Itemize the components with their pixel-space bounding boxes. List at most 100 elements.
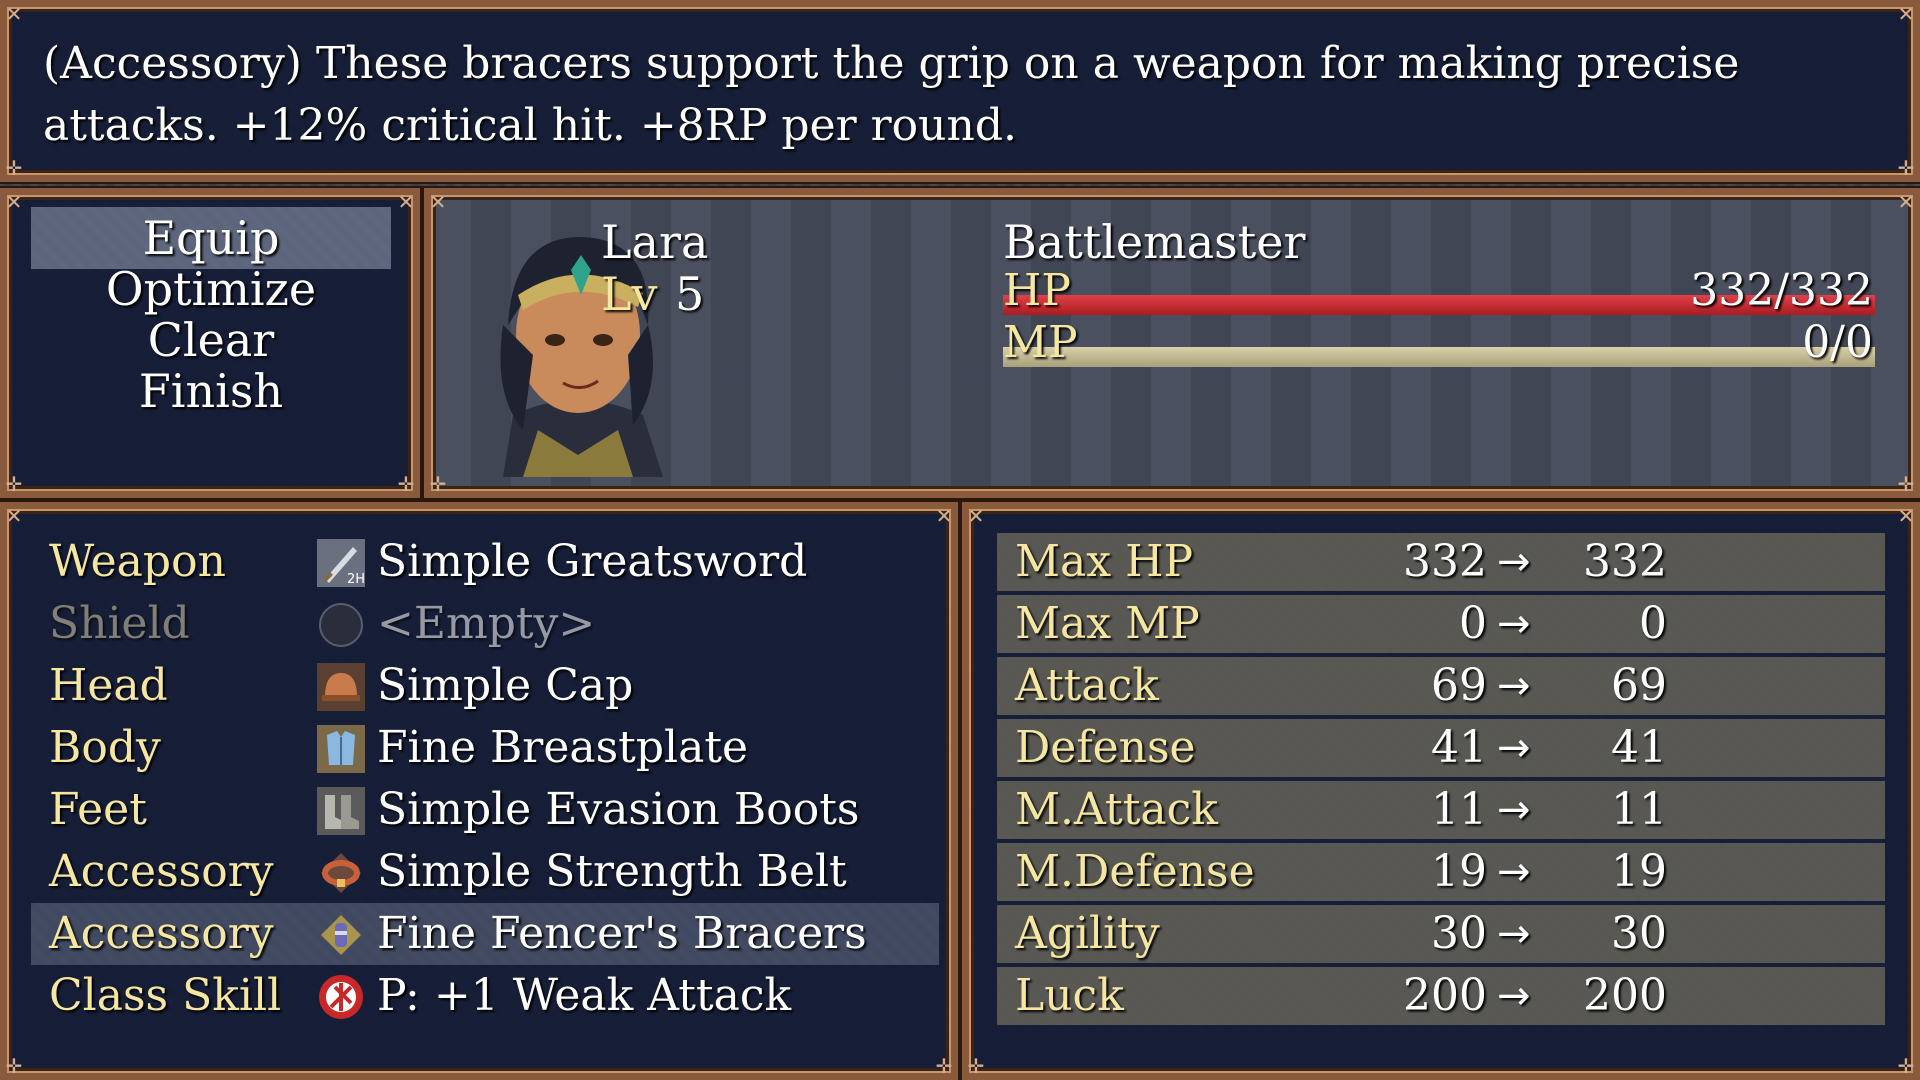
- slot-label: Weapon: [49, 536, 226, 587]
- frame-corner-icon: ✛: [1897, 472, 1915, 496]
- slot-item-name: Fine Fencer's Bracers: [377, 908, 867, 959]
- command-window: ✕ ✕ ✛ ✛ Equip Optimize Clear Finish: [0, 188, 420, 498]
- stat-new: 11: [1611, 784, 1667, 835]
- stat-current: 0: [1459, 598, 1487, 649]
- stat-row-luck: Luck 200 → 200: [997, 967, 1885, 1025]
- mp-value: 0/0: [1802, 317, 1873, 368]
- arrow-right-icon: →: [1497, 787, 1531, 833]
- slot-label: Body: [49, 722, 161, 773]
- frame-corner-icon: ✕: [1897, 190, 1915, 214]
- frame-corner-icon: ✛: [397, 472, 415, 496]
- arrow-right-icon: →: [1497, 973, 1531, 1019]
- frame-corner-icon: ✛: [5, 472, 23, 496]
- greatsword-icon: 2H: [317, 539, 365, 587]
- breastplate-icon: [317, 725, 365, 773]
- level-label: Lv: [601, 267, 658, 321]
- bracers-icon: [321, 915, 361, 955]
- boots-icon: [317, 787, 365, 835]
- frame-corner-icon: ✛: [967, 1054, 985, 1078]
- stat-row-max-mp: Max MP 0 → 0: [997, 595, 1885, 653]
- slot-accessory-2[interactable]: Accessory Fine Fencer's Bracers: [31, 903, 939, 965]
- slot-label: Accessory: [49, 908, 274, 959]
- frame-corner-icon: ✛: [1897, 156, 1915, 180]
- stat-row-m-attack: M.Attack 11 → 11: [997, 781, 1885, 839]
- stat-row-max-hp: Max HP 332 → 332: [997, 533, 1885, 591]
- frame-corner-icon: ✛: [429, 472, 447, 496]
- help-text: (Accessory) These bracers support the gr…: [43, 38, 1740, 151]
- mp-gauge: [1003, 347, 1875, 367]
- slot-label: Head: [49, 660, 168, 711]
- stat-new: 30: [1611, 908, 1667, 959]
- arrow-right-icon: →: [1497, 601, 1531, 647]
- slot-head[interactable]: Head Simple Cap: [31, 655, 939, 717]
- frame-corner-icon: ✛: [1897, 1054, 1915, 1078]
- frame-corner-icon: ✛: [5, 156, 23, 180]
- stat-current: 332: [1403, 536, 1487, 587]
- actor-class: Battlemaster: [1003, 215, 1306, 269]
- frame-corner-icon: ✕: [429, 190, 447, 214]
- slot-item-name: <Empty>: [377, 598, 596, 649]
- stat-name: Max MP: [1015, 598, 1200, 649]
- slot-label: Class Skill: [49, 970, 282, 1021]
- frame-corner-icon: ✕: [5, 2, 23, 26]
- mp-label: MP: [1003, 317, 1078, 368]
- slot-item-name: Simple Evasion Boots: [377, 784, 860, 835]
- stat-new: 0: [1639, 598, 1667, 649]
- actor-status-window: ✕ ✕ ✛ ✛ Lara Lv 5 Battlemaster HP 332/33…: [424, 188, 1920, 498]
- slot-item-name: Fine Breastplate: [377, 722, 749, 773]
- stat-name: Attack: [1015, 660, 1159, 711]
- stat-current: 11: [1431, 784, 1487, 835]
- slot-shield[interactable]: Shield <Empty>: [31, 593, 939, 655]
- stat-new: 41: [1611, 722, 1667, 773]
- frame-corner-icon: ✛: [5, 1054, 23, 1078]
- arrow-right-icon: →: [1497, 725, 1531, 771]
- slot-label: Shield: [49, 598, 190, 649]
- hp-label: HP: [1003, 265, 1071, 316]
- hp-value: 332/332: [1690, 265, 1873, 316]
- arrow-right-icon: →: [1497, 663, 1531, 709]
- stat-name: Defense: [1015, 722, 1196, 773]
- frame-corner-icon: ✕: [935, 504, 953, 528]
- slot-feet[interactable]: Feet Simple Evasion Boots: [31, 779, 939, 841]
- svg-text:2H: 2H: [347, 572, 365, 587]
- stat-new: 69: [1611, 660, 1667, 711]
- skill-icon: [319, 975, 363, 1019]
- stat-current: 19: [1431, 846, 1487, 897]
- stat-row-m-defense: M.Defense 19 → 19: [997, 843, 1885, 901]
- slot-class-skill[interactable]: Class Skill P: +1 Weak Attack: [31, 965, 939, 1027]
- empty-slot-icon: [319, 603, 363, 647]
- stat-name: M.Attack: [1015, 784, 1218, 835]
- actor-level: 5: [675, 267, 705, 321]
- stat-name: Luck: [1015, 970, 1124, 1021]
- finish-command[interactable]: Finish: [31, 360, 391, 422]
- slot-accessory-1[interactable]: Accessory Simple Strength Belt: [31, 841, 939, 903]
- frame-corner-icon: ✕: [967, 504, 985, 528]
- belt-icon: [321, 853, 361, 893]
- slot-body[interactable]: Body Fine Breastplate: [31, 717, 939, 779]
- arrow-right-icon: →: [1497, 539, 1531, 585]
- frame-corner-icon: ✕: [1897, 2, 1915, 26]
- stat-current: 41: [1431, 722, 1487, 773]
- stat-name: Max HP: [1015, 536, 1194, 587]
- slot-item-name: Simple Cap: [377, 660, 634, 711]
- stat-new: 19: [1611, 846, 1667, 897]
- equip-slot-window: ✕ ✕ ✛ ✛ Weapon 2H Simple Greatsword Shie…: [0, 502, 958, 1080]
- frame-corner-icon: ✕: [397, 190, 415, 214]
- slot-weapon[interactable]: Weapon 2H Simple Greatsword: [31, 531, 939, 593]
- stat-name: Agility: [1015, 908, 1160, 959]
- stat-row-agility: Agility 30 → 30: [997, 905, 1885, 963]
- arrow-right-icon: →: [1497, 849, 1531, 895]
- stat-new: 332: [1583, 536, 1667, 587]
- slot-item-name: Simple Strength Belt: [377, 846, 847, 897]
- stat-row-defense: Defense 41 → 41: [997, 719, 1885, 777]
- slot-item-name: Simple Greatsword: [377, 536, 808, 587]
- stat-new: 200: [1583, 970, 1667, 1021]
- arrow-right-icon: →: [1497, 911, 1531, 957]
- stat-current: 200: [1403, 970, 1487, 1021]
- slot-label: Accessory: [49, 846, 274, 897]
- frame-corner-icon: ✛: [935, 1054, 953, 1078]
- stat-compare-window: ✕ ✕ ✛ ✛ Max HP 332 → 332 Max MP 0 → 0 At…: [962, 502, 1920, 1080]
- actor-name: Lara: [601, 215, 709, 269]
- frame-corner-icon: ✕: [5, 504, 23, 528]
- stat-current: 69: [1431, 660, 1487, 711]
